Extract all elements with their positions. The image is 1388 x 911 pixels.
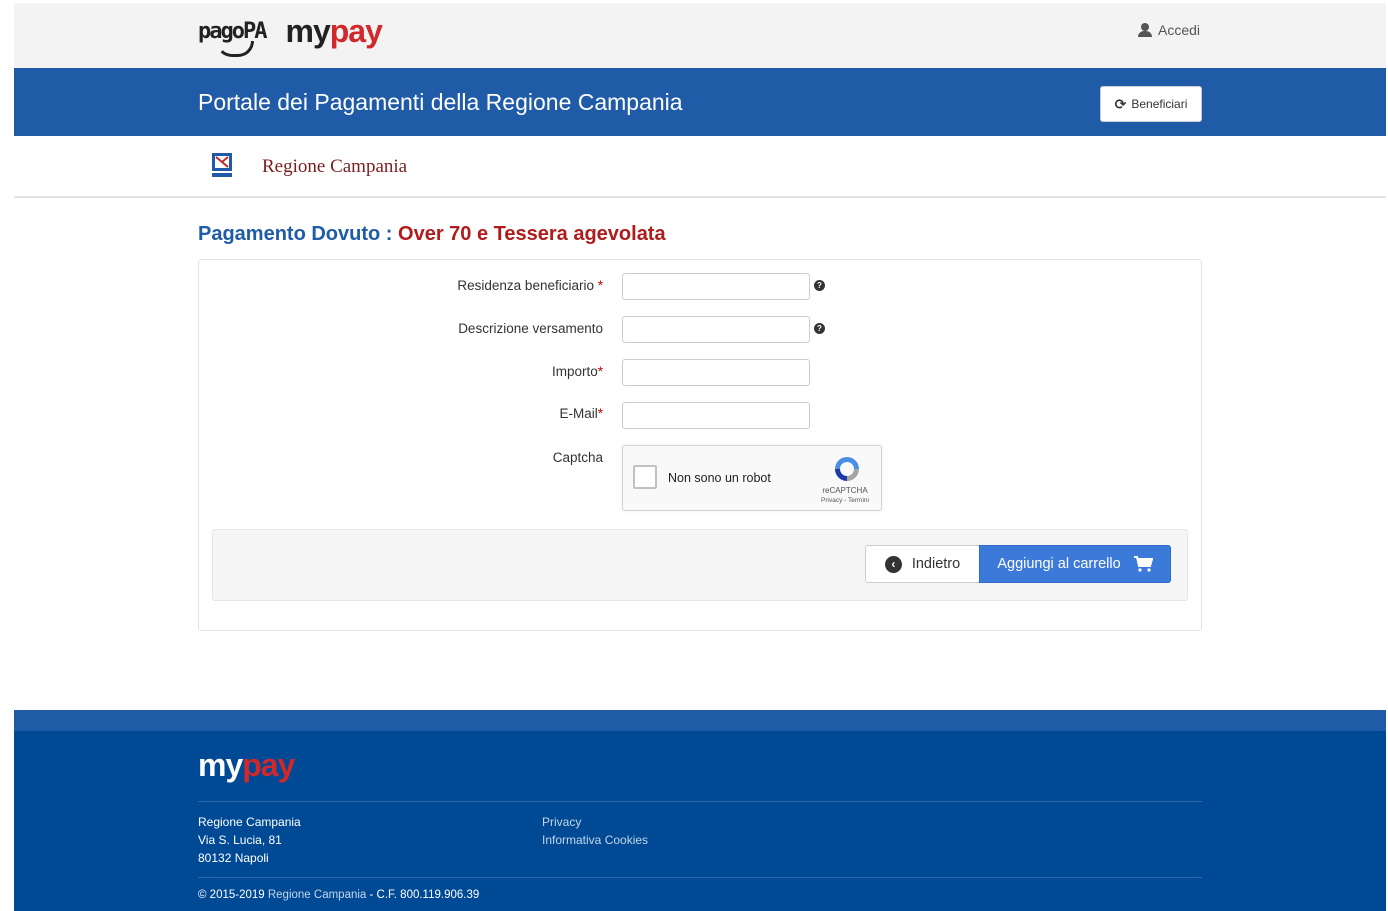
form-action-bar: ‹ Indietro Aggiungi al carrello [212,529,1188,601]
importo-label: Importo* [552,364,603,379]
footer-mypay-logo: mypay [198,747,295,783]
residenza-label: Residenza beneficiario * [457,278,603,293]
recaptcha-logo-icon [835,457,859,481]
add-to-cart-button[interactable]: Aggiungi al carrello [979,545,1171,583]
footer-address-line: Regione Campania [198,815,301,829]
footer-address-line: Via S. Lucia, 81 [198,833,282,847]
user-icon [1138,23,1152,37]
footer-divider [198,801,1202,802]
region-crest-icon [212,153,232,177]
footer-logo-my: my [198,747,243,783]
recaptcha-brand: reCAPTCHA [822,486,868,495]
back-button-label: Indietro [911,556,961,572]
page-title: Pagamento Dovuto : Over 70 e Tessera age… [198,223,666,246]
mypay-logo-pay: pay [329,13,383,49]
login-link[interactable]: Accedi [1138,22,1200,38]
importo-input[interactable] [622,359,810,386]
importo-required-mark: * [597,364,603,379]
captcha-label: Captcha [552,450,603,465]
footer-address-line: 80132 Napoli [198,851,269,865]
captcha-checkbox-text: Non sono un robot [668,471,771,485]
captcha-checkbox[interactable] [633,465,657,489]
page-frame: pagoPA mypay Accedi Portale dei Pagament… [14,0,1386,911]
footer-link-cookies[interactable]: Informativa Cookies [542,831,648,849]
portal-banner: Portale dei Pagamenti della Regione Camp… [14,68,1386,136]
page-title-subject: Over 70 e Tessera agevolata [398,223,666,245]
descrizione-label: Descrizione versamento [458,321,603,336]
pagopa-smile-icon [216,40,254,57]
beneficiari-label: Beneficiari [1131,97,1188,111]
residenza-input[interactable] [622,273,810,300]
payment-form-panel: Residenza beneficiario * ? Descrizione v… [198,259,1202,631]
email-label-text: E-Mail [559,406,598,421]
login-label: Accedi [1158,22,1201,38]
region-row: Regione Campania [14,136,1386,198]
info-icon[interactable]: ? [814,323,825,334]
info-icon[interactable]: ? [814,280,825,291]
mypay-logo-my: my [285,13,330,49]
mypay-logo: mypay [285,13,383,49]
footer-links: Privacy Informativa Cookies [542,813,648,849]
copyright-region-link[interactable]: Regione Campania [268,889,366,901]
region-name[interactable]: Regione Campania [262,156,407,178]
beneficiari-button[interactable]: ⟳ Beneficiari [1100,86,1202,122]
footer-logo-pay: pay [242,747,295,783]
footer-divider [198,877,1202,878]
footer: mypay Regione Campania Via S. Lucia, 81 … [14,710,1386,911]
back-button[interactable]: ‹ Indietro [865,545,979,583]
portal-title: Portale dei Pagamenti della Regione Camp… [198,89,683,115]
recaptcha-widget: Non sono un robot reCAPTCHA Privacy - Te… [622,445,882,511]
footer-address: Regione Campania Via S. Lucia, 81 80132 … [198,813,301,867]
copyright-prefix: © 2015-2019 [198,889,268,901]
email-input[interactable] [622,402,810,429]
descrizione-label-text: Descrizione versamento [458,321,603,336]
residenza-required-mark: * [597,278,603,293]
pagopa-logo-text: pagoPA [198,18,267,44]
importo-label-text: Importo [551,364,598,379]
footer-top-band [14,710,1386,731]
email-required-mark: * [597,406,603,421]
pagopa-logo: pagoPA [198,18,267,57]
refresh-icon: ⟳ [1114,95,1127,112]
footer-link-privacy[interactable]: Privacy [542,813,648,831]
cart-icon [1133,556,1153,572]
email-label: E-Mail* [559,406,603,421]
footer-copyright: © 2015-2019 Regione Campania - C.F. 800.… [198,889,479,901]
page-title-prefix: Pagamento Dovuto : [198,223,399,245]
recaptcha-links[interactable]: Privacy - Termini [813,497,877,504]
brand-logos[interactable]: pagoPA mypay [198,13,383,57]
add-to-cart-label: Aggiungi al carrello [997,556,1121,572]
chevron-left-circle-icon: ‹ [884,555,902,573]
top-bar: pagoPA mypay Accedi [14,3,1386,68]
descrizione-input[interactable] [622,316,810,343]
copyright-suffix: - C.F. 800.119.906.39 [366,889,480,901]
residenza-label-text: Residenza beneficiario [457,278,598,293]
